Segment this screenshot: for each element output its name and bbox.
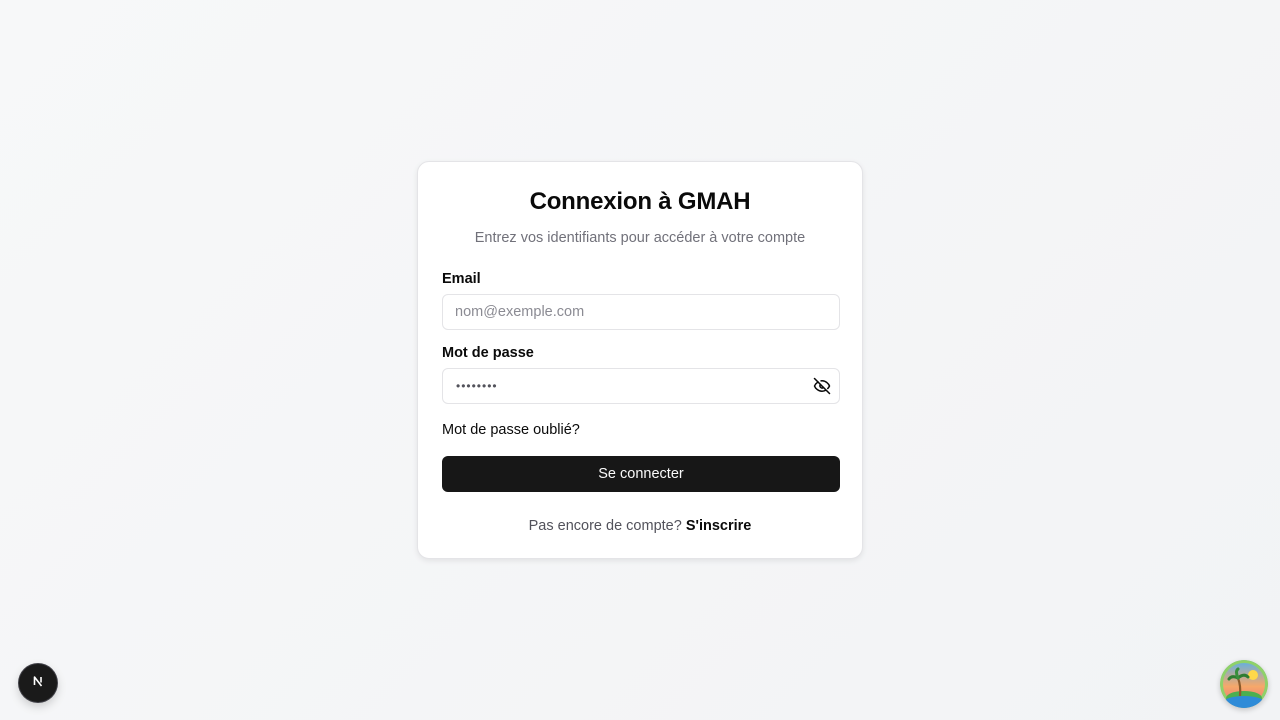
tropical-island-icon: [1220, 660, 1268, 708]
password-field[interactable]: [443, 369, 839, 403]
assistant-badge[interactable]: [1220, 660, 1268, 708]
email-field-wrapper: [442, 294, 840, 330]
email-label: Email: [442, 271, 481, 287]
page-subtitle: Entrez vos identifiants pour accéder à v…: [474, 230, 806, 246]
nextjs-logo-icon: [29, 672, 47, 695]
email-field[interactable]: [443, 295, 839, 329]
eye-off-icon[interactable]: [813, 377, 831, 395]
signup-prompt-text: Pas encore de compte?: [528, 518, 682, 534]
forgot-password-link[interactable]: Mot de passe oublié?: [442, 422, 580, 438]
signup-prompt: Pas encore de compte? S'inscrire: [418, 518, 862, 534]
login-button[interactable]: Se connecter: [442, 456, 840, 492]
signup-link[interactable]: S'inscrire: [686, 518, 752, 534]
login-card: Connexion à GMAH Entrez vos identifiants…: [417, 161, 863, 559]
page-title: Connexion à GMAH: [529, 188, 751, 215]
password-field-wrapper: ••••••••: [442, 368, 840, 404]
nextjs-dev-badge[interactable]: [19, 664, 57, 702]
password-label: Mot de passe: [442, 345, 534, 361]
